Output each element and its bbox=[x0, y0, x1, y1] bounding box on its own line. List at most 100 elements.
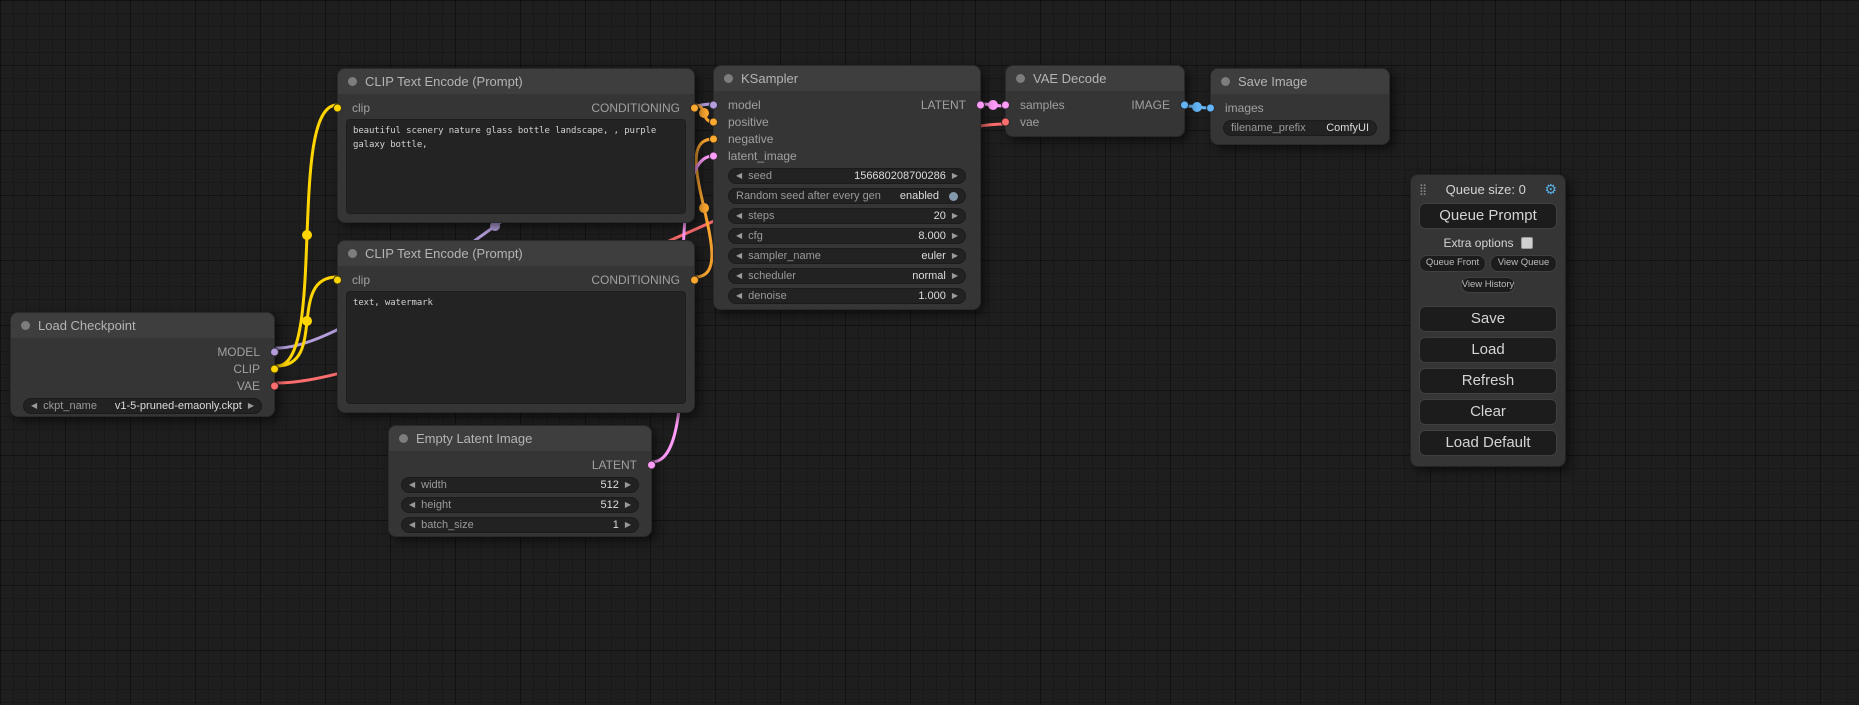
input-port-positive[interactable] bbox=[709, 117, 718, 126]
decrement-arrow-icon[interactable]: ◀ bbox=[736, 172, 742, 180]
widget-filename-prefix[interactable]: filename_prefix ComfyUI bbox=[1223, 120, 1377, 136]
output-port-image[interactable] bbox=[1180, 100, 1189, 109]
collapse-dot-icon[interactable] bbox=[724, 74, 733, 83]
output-port-latent[interactable] bbox=[976, 100, 985, 109]
view-history-button[interactable]: View History bbox=[1461, 277, 1516, 294]
widget-random-seed-toggle[interactable]: Random seed after every gen enabled bbox=[728, 188, 966, 204]
input-label-latent-image: latent_image bbox=[728, 149, 797, 163]
collapse-dot-icon[interactable] bbox=[399, 434, 408, 443]
input-port-clip[interactable] bbox=[333, 275, 342, 284]
node-title-bar[interactable]: KSampler bbox=[714, 66, 980, 91]
widget-label: height bbox=[421, 499, 451, 511]
collapse-dot-icon[interactable] bbox=[348, 249, 357, 258]
queue-size-label: Queue size: 0 bbox=[1427, 182, 1544, 197]
widget-width[interactable]: ◀ width 512 ▶ bbox=[401, 477, 639, 493]
decrement-arrow-icon[interactable]: ◀ bbox=[409, 501, 415, 509]
widget-scheduler[interactable]: ◀ scheduler normal ▶ bbox=[728, 268, 966, 284]
increment-arrow-icon[interactable]: ▶ bbox=[625, 501, 631, 509]
output-port-clip[interactable] bbox=[270, 364, 279, 373]
slot-row: clip CONDITIONING bbox=[338, 271, 694, 288]
increment-arrow-icon[interactable]: ▶ bbox=[952, 172, 958, 180]
increment-arrow-icon[interactable]: ▶ bbox=[952, 232, 958, 240]
decrement-arrow-icon[interactable]: ◀ bbox=[31, 402, 37, 410]
toggle-dot-icon[interactable] bbox=[949, 192, 958, 201]
widget-seed[interactable]: ◀ seed 156680208700286 ▶ bbox=[728, 168, 966, 184]
node-title-bar[interactable]: CLIP Text Encode (Prompt) bbox=[338, 69, 694, 94]
graph-canvas[interactable]: Load Checkpoint MODEL CLIP VAE ◀ ckpt_na… bbox=[0, 0, 1859, 705]
drag-handle-icon[interactable]: ⣿ bbox=[1419, 183, 1427, 196]
widget-value: 512 bbox=[600, 479, 618, 491]
node-clip-text-encode-negative[interactable]: CLIP Text Encode (Prompt) clip CONDITION… bbox=[337, 240, 695, 413]
decrement-arrow-icon[interactable]: ◀ bbox=[736, 272, 742, 280]
collapse-dot-icon[interactable] bbox=[1016, 74, 1025, 83]
node-clip-text-encode-positive[interactable]: CLIP Text Encode (Prompt) clip CONDITION… bbox=[337, 68, 695, 223]
clear-button[interactable]: Clear bbox=[1419, 399, 1557, 425]
decrement-arrow-icon[interactable]: ◀ bbox=[736, 212, 742, 220]
widget-value: 1 bbox=[613, 519, 619, 531]
node-title-bar[interactable]: VAE Decode bbox=[1006, 66, 1184, 91]
load-default-button[interactable]: Load Default bbox=[1419, 430, 1557, 456]
output-port-model[interactable] bbox=[270, 347, 279, 356]
widget-batch-size[interactable]: ◀ batch_size 1 ▶ bbox=[401, 517, 639, 533]
input-label-negative: negative bbox=[728, 132, 773, 146]
widget-height[interactable]: ◀ height 512 ▶ bbox=[401, 497, 639, 513]
input-port-latent-image[interactable] bbox=[709, 151, 718, 160]
node-title-bar[interactable]: Load Checkpoint bbox=[11, 313, 274, 338]
collapse-dot-icon[interactable] bbox=[348, 77, 357, 86]
widget-cfg[interactable]: ◀ cfg 8.000 ▶ bbox=[728, 228, 966, 244]
input-port-vae[interactable] bbox=[1001, 117, 1010, 126]
input-port-images[interactable] bbox=[1206, 103, 1215, 112]
output-port-conditioning[interactable] bbox=[690, 275, 699, 284]
widget-sampler-name[interactable]: ◀ sampler_name euler ▶ bbox=[728, 248, 966, 264]
widget-label: cfg bbox=[748, 230, 763, 242]
refresh-button[interactable]: Refresh bbox=[1419, 368, 1557, 394]
increment-arrow-icon[interactable]: ▶ bbox=[952, 272, 958, 280]
increment-arrow-icon[interactable]: ▶ bbox=[625, 521, 631, 529]
node-ksampler[interactable]: KSampler model LATENT positive negative … bbox=[713, 65, 981, 310]
widget-label: denoise bbox=[748, 290, 787, 302]
input-label-model: model bbox=[728, 98, 761, 112]
load-button[interactable]: Load bbox=[1419, 337, 1557, 363]
input-port-model[interactable] bbox=[709, 100, 718, 109]
prompt-textarea[interactable]: text, watermark bbox=[346, 291, 686, 404]
node-title-bar[interactable]: CLIP Text Encode (Prompt) bbox=[338, 241, 694, 266]
collapse-dot-icon[interactable] bbox=[21, 321, 30, 330]
output-port-conditioning[interactable] bbox=[690, 103, 699, 112]
save-button[interactable]: Save bbox=[1419, 306, 1557, 332]
output-port-vae[interactable] bbox=[270, 381, 279, 390]
node-title-bar[interactable]: Save Image bbox=[1211, 69, 1389, 94]
node-empty-latent-image[interactable]: Empty Latent Image LATENT ◀ width 512 ▶ … bbox=[388, 425, 652, 537]
increment-arrow-icon[interactable]: ▶ bbox=[952, 212, 958, 220]
input-port-negative[interactable] bbox=[709, 134, 718, 143]
view-queue-button[interactable]: View Queue bbox=[1490, 255, 1557, 272]
slot-row: negative bbox=[714, 130, 980, 147]
increment-arrow-icon[interactable]: ▶ bbox=[625, 481, 631, 489]
widget-denoise[interactable]: ◀ denoise 1.000 ▶ bbox=[728, 288, 966, 304]
decrement-arrow-icon[interactable]: ◀ bbox=[409, 521, 415, 529]
widget-value: ComfyUI bbox=[1326, 122, 1369, 134]
settings-gear-icon[interactable]: ⚙ bbox=[1544, 181, 1557, 198]
widget-value: enabled bbox=[900, 190, 939, 202]
queue-prompt-button[interactable]: Queue Prompt bbox=[1419, 203, 1557, 229]
collapse-dot-icon[interactable] bbox=[1221, 77, 1230, 86]
widget-steps[interactable]: ◀ steps 20 ▶ bbox=[728, 208, 966, 224]
decrement-arrow-icon[interactable]: ◀ bbox=[736, 292, 742, 300]
output-port-latent[interactable] bbox=[647, 460, 656, 469]
node-vae-decode[interactable]: VAE Decode samples IMAGE vae bbox=[1005, 65, 1185, 137]
decrement-arrow-icon[interactable]: ◀ bbox=[409, 481, 415, 489]
widget-ckpt-name[interactable]: ◀ ckpt_name v1-5-pruned-emaonly.ckpt ▶ bbox=[23, 398, 262, 414]
extra-options-checkbox[interactable] bbox=[1521, 237, 1533, 249]
node-load-checkpoint[interactable]: Load Checkpoint MODEL CLIP VAE ◀ ckpt_na… bbox=[10, 312, 275, 417]
increment-arrow-icon[interactable]: ▶ bbox=[952, 292, 958, 300]
input-port-clip[interactable] bbox=[333, 103, 342, 112]
wire-clip-positive bbox=[277, 105, 337, 366]
node-save-image[interactable]: Save Image images filename_prefix ComfyU… bbox=[1210, 68, 1390, 145]
increment-arrow-icon[interactable]: ▶ bbox=[952, 252, 958, 260]
prompt-textarea[interactable]: beautiful scenery nature glass bottle la… bbox=[346, 119, 686, 214]
decrement-arrow-icon[interactable]: ◀ bbox=[736, 232, 742, 240]
decrement-arrow-icon[interactable]: ◀ bbox=[736, 252, 742, 260]
input-port-samples[interactable] bbox=[1001, 100, 1010, 109]
node-title-bar[interactable]: Empty Latent Image bbox=[389, 426, 651, 451]
increment-arrow-icon[interactable]: ▶ bbox=[248, 402, 254, 410]
queue-front-button[interactable]: Queue Front bbox=[1419, 255, 1486, 272]
